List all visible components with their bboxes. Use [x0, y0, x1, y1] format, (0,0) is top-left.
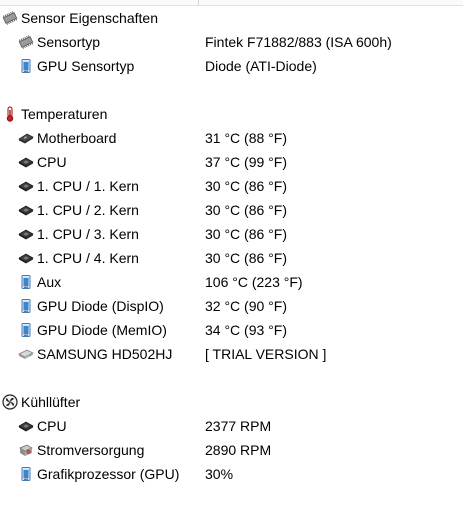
sensor-label: CPU	[37, 154, 67, 170]
motherboard-icon	[18, 130, 34, 146]
sensor-row[interactable]: 1. CPU / 1. Kern 30 °C (86 °F)	[0, 174, 463, 198]
thermometer-icon	[2, 106, 18, 122]
group-header-temperaturen[interactable]: Temperaturen	[0, 102, 463, 126]
sensor-row[interactable]: CPU 37 °C (99 °F)	[0, 150, 463, 174]
sensor-row[interactable]: CPU 2377 RPM	[0, 414, 463, 438]
sensor-label: GPU Diode (MemIO)	[37, 322, 167, 338]
sensor-label: GPU Diode (DispIO)	[37, 298, 164, 314]
sensor-value: 30%	[205, 466, 234, 482]
sensor-label: Sensortyp	[37, 34, 101, 50]
sensor-row[interactable]: SAMSUNG HD502HJ [ TRIAL VERSION ]	[0, 342, 463, 366]
cpu-icon	[18, 154, 34, 170]
sensor-list: Sensor Eigenschaften Sensortyp Fintek F7…	[0, 0, 463, 509]
gpu-icon	[18, 322, 34, 338]
sensor-row[interactable]: GPU Sensortyp Diode (ATI-Diode)	[0, 54, 463, 78]
cpu-icon	[18, 202, 34, 218]
gpu-icon	[18, 298, 34, 314]
sensor-row[interactable]: Motherboard 31 °C (88 °F)	[0, 126, 463, 150]
sensor-row[interactable]: Stromversorgung 2890 RPM	[0, 438, 463, 462]
sensor-chip-icon	[2, 10, 18, 26]
gpu-icon	[18, 274, 34, 290]
hard-drive-icon	[18, 346, 34, 362]
sensor-label: SAMSUNG HD502HJ	[37, 346, 173, 362]
sensor-value: 31 °C (88 °F)	[205, 130, 287, 146]
sensor-row[interactable]: Grafikprozessor (GPU) 30%	[0, 462, 463, 486]
sensor-row[interactable]: GPU Diode (DispIO) 32 °C (90 °F)	[0, 294, 463, 318]
sensor-label: GPU Sensortyp	[37, 58, 135, 74]
power-supply-icon	[18, 442, 34, 458]
sensor-value: 30 °C (86 °F)	[205, 250, 287, 266]
sensor-label: 1. CPU / 3. Kern	[37, 226, 139, 242]
sensor-label: CPU	[37, 418, 67, 434]
sensor-row[interactable]: Sensortyp Fintek F71882/883 (ISA 600h)	[0, 30, 463, 54]
group-title: Temperaturen	[21, 106, 108, 122]
sensor-row[interactable]: Aux 106 °C (223 °F)	[0, 270, 463, 294]
gpu-icon	[18, 58, 34, 74]
sensor-label: Grafikprozessor (GPU)	[37, 466, 180, 482]
cpu-icon	[18, 226, 34, 242]
sensor-label: Stromversorgung	[37, 442, 145, 458]
sensor-value: Fintek F71882/883 (ISA 600h)	[205, 34, 392, 50]
sensor-value: 30 °C (86 °F)	[205, 202, 287, 218]
group-header-sensor-eigenschaften[interactable]: Sensor Eigenschaften	[0, 6, 463, 30]
sensor-label: Aux	[37, 274, 62, 290]
sensor-value: Diode (ATI-Diode)	[205, 58, 317, 74]
sensor-label: 1. CPU / 4. Kern	[37, 250, 139, 266]
sensor-value: 106 °C (223 °F)	[205, 274, 303, 290]
group-title: Kühllüfter	[21, 394, 81, 410]
sensor-row[interactable]: 1. CPU / 2. Kern 30 °C (86 °F)	[0, 198, 463, 222]
group-header-kuehlluefter[interactable]: Kühllüfter	[0, 390, 463, 414]
sensor-row[interactable]: 1. CPU / 3. Kern 30 °C (86 °F)	[0, 222, 463, 246]
sensor-value: 30 °C (86 °F)	[205, 226, 287, 242]
sensor-value: 37 °C (99 °F)	[205, 154, 287, 170]
sensor-value: 2890 RPM	[205, 442, 272, 458]
sensor-value: 30 °C (86 °F)	[205, 178, 287, 194]
sensor-label: 1. CPU / 1. Kern	[37, 178, 139, 194]
sensor-value: 32 °C (90 °F)	[205, 298, 287, 314]
sensor-row[interactable]: GPU Diode (MemIO) 34 °C (93 °F)	[0, 318, 463, 342]
cpu-icon	[18, 418, 34, 434]
fan-icon	[2, 394, 18, 410]
sensor-value: [ TRIAL VERSION ]	[205, 346, 327, 362]
gpu-icon	[18, 466, 34, 482]
group-title: Sensor Eigenschaften	[21, 10, 158, 26]
chip-icon	[18, 34, 34, 50]
sensor-value: 34 °C (93 °F)	[205, 322, 287, 338]
sensor-label: 1. CPU / 2. Kern	[37, 202, 139, 218]
cpu-icon	[18, 178, 34, 194]
sensor-row[interactable]: 1. CPU / 4. Kern 30 °C (86 °F)	[0, 246, 463, 270]
sensor-label: Motherboard	[37, 130, 117, 146]
sensor-value: 2377 RPM	[205, 418, 272, 434]
cpu-icon	[18, 250, 34, 266]
